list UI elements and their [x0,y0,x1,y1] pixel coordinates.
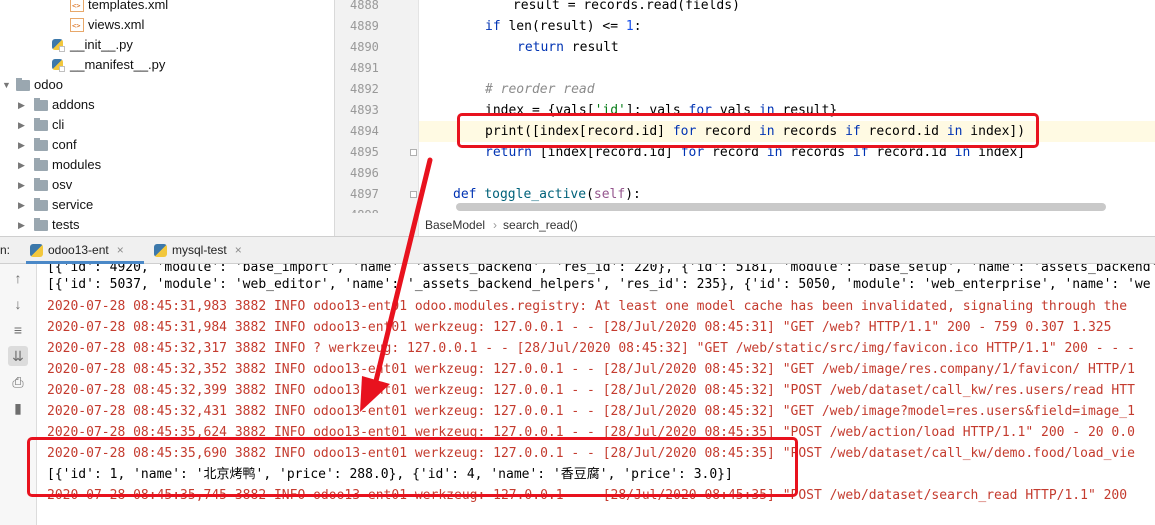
fold-marker-icon[interactable] [410,191,417,198]
fold-marker-icon[interactable] [410,149,417,156]
tree-item-views-xml[interactable]: views.xml [70,15,144,35]
code-line-4888: result = records.read(fields) [419,0,740,13]
line-number: 4895 [350,145,379,159]
log-line: 2020-07-28 08:45:32,431 3882 INFO odoo13… [47,404,1135,419]
line-number: 4891 [350,61,379,75]
line-number: 4896 [350,166,379,180]
breadcrumb-method[interactable]: search_read() [503,218,578,232]
chevron-right-icon[interactable]: ▶ [18,175,25,195]
log-line: [{'id': 5037, 'module': 'web_editor', 'n… [47,277,1151,292]
log-line: 2020-07-28 08:45:32,317 3882 INFO ? werk… [47,341,1135,356]
log-line: 2020-07-28 08:45:31,983 3882 INFO odoo13… [47,299,1128,314]
folder-icon [34,218,48,231]
chevron-right-icon[interactable]: ▶ [18,215,25,235]
breadcrumb: BaseModel › search_read() [419,214,1155,236]
breadcrumb-separator: › [493,218,498,232]
line-number: 4897 [350,187,379,201]
xml-file-icon [70,0,84,12]
tab-mysql-test[interactable]: mysql-test × [150,237,265,264]
tree-item-odoo[interactable]: ▼ odoo [0,75,120,95]
tree-item-manifest-py[interactable]: __manifest__.py [52,55,165,75]
code-line-4897: def toggle_active(self): [453,187,641,202]
python-run-icon [30,244,43,257]
highlight-box-print-output [27,437,798,497]
python-file-icon [52,59,65,72]
close-icon[interactable]: × [235,243,242,257]
folder-icon [34,118,48,131]
folder-icon [34,138,48,151]
chevron-right-icon[interactable]: ▶ [18,155,25,175]
line-number: 4890 [350,40,379,54]
folder-icon [34,198,48,211]
tree-item-addons[interactable]: ▶ addons [0,95,160,115]
chevron-right-icon[interactable]: ▶ [18,95,25,115]
line-number: 4898 [350,205,410,213]
code-line-4889: if len(result) <= 1: [485,19,642,34]
chevron-right-icon[interactable]: ▶ [18,195,25,215]
xml-file-icon [70,18,84,32]
log-line: 2020-07-28 08:45:32,352 3882 INFO odoo13… [47,362,1135,377]
tab-odoo13-ent[interactable]: odoo13-ent × [26,237,144,264]
chevron-right-icon[interactable]: ▶ [18,135,25,155]
project-tree: templates.xml views.xml __init__.py __ma… [0,0,335,236]
line-number: 4889 [350,19,379,33]
tree-item-cli[interactable]: ▶ cli [0,115,160,135]
folder-icon [34,158,48,171]
tree-item-templates-xml[interactable]: templates.xml [70,0,168,15]
run-panel-prefix: n: [0,243,11,257]
tree-item-osv[interactable]: ▶ osv [0,175,160,195]
chevron-down-icon[interactable]: ▼ [2,75,11,95]
tree-item-conf[interactable]: ▶ conf [0,135,160,155]
tree-item-init-py[interactable]: __init__.py [52,35,133,55]
scroll-to-end-icon[interactable]: ⇊ [8,346,28,366]
close-icon[interactable]: × [117,243,124,257]
breadcrumb-class[interactable]: BaseModel [425,218,485,232]
folder-icon [16,78,30,91]
scroll-up-icon[interactable]: ↑ [8,268,28,288]
folder-icon [34,98,48,111]
soft-wrap-icon[interactable]: ≡ [8,320,28,340]
trash-icon[interactable]: ▮ [8,398,28,418]
tree-item-service[interactable]: ▶ service [0,195,160,215]
highlight-box-print-line [457,113,1039,148]
code-line-4892: # reorder read [485,82,595,97]
line-number: 4892 [350,82,379,96]
tree-item-modules[interactable]: ▶ modules [0,155,160,175]
tree-item-tests[interactable]: ▶ tests [0,215,160,235]
scroll-down-icon[interactable]: ↓ [8,294,28,314]
python-file-icon [52,39,65,52]
log-line: 2020-07-28 08:45:31,984 3882 INFO odoo13… [47,320,1112,335]
python-run-icon [154,244,167,257]
line-number: 4894 [350,124,379,138]
code-line-4890: return result [517,40,619,55]
line-number: 4893 [350,103,379,117]
log-line: 2020-07-28 08:45:32,399 3882 INFO odoo13… [47,383,1135,398]
print-icon[interactable]: ⎙ [8,372,28,392]
line-number: 4888 [350,0,379,12]
horizontal-scrollbar[interactable] [456,203,1106,211]
chevron-right-icon[interactable]: ▶ [18,115,25,135]
run-tab-bar: n: odoo13-ent × mysql-test × [0,236,1155,264]
folder-icon [34,178,48,191]
